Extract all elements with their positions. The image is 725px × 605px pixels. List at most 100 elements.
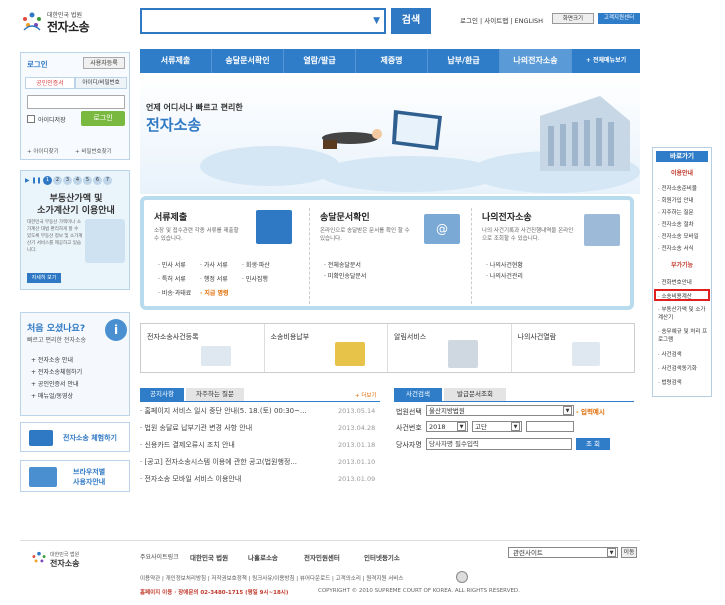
- banner-page-5[interactable]: 5: [83, 176, 92, 185]
- service-delivery-check[interactable]: 송달문서확인 온라인으로 송달받은 문서를 확인 할 수 있습니다.: [320, 210, 410, 243]
- footer-link-self-litigation[interactable]: 나홀로소송: [248, 552, 278, 562]
- notice-date: 2013.05.14: [338, 407, 376, 415]
- related-site-select[interactable]: 관련사이트 ▼: [508, 547, 618, 558]
- microphone-icon: [448, 340, 478, 368]
- login-input[interactable]: [27, 95, 125, 109]
- tab-faq[interactable]: 자주하는 질문: [186, 388, 244, 401]
- footer-policy-links[interactable]: 이용약관 | 개인정보처리방침 | 저작권보호정책 | 링크사유/이용방침 | …: [140, 574, 403, 582]
- save-id-checkbox[interactable]: [27, 115, 35, 123]
- link-phone-guide[interactable]: · 전화번호안내: [658, 278, 692, 286]
- service-my-ecourt[interactable]: 나의전자소송 나의 사건기록과 사건진행내역을 온라인으로 조회할 수 있습니다…: [482, 210, 578, 243]
- link-case-sync[interactable]: · 사건검색동기화: [658, 364, 697, 372]
- party-name-input[interactable]: 당사자명 필수입력: [426, 438, 572, 450]
- link-faq[interactable]: · 지주하는 질문: [658, 208, 694, 216]
- link-price-calc[interactable]: · 부동산가액 및 소가계산기: [658, 306, 708, 322]
- link-forms[interactable]: · 전자소송 서식: [658, 244, 694, 252]
- footer-logo-title: 전자소송: [50, 559, 80, 568]
- link-mobile[interactable]: · 전자소송 모바일: [658, 232, 699, 240]
- case-search-button[interactable]: 조 회: [576, 438, 610, 450]
- menu-family-document[interactable]: · 가사 서류: [200, 260, 242, 269]
- find-id-link[interactable]: + 아이디찾기: [27, 147, 59, 155]
- banner-detail-button[interactable]: 자세히 보기: [27, 273, 61, 283]
- related-site-value: 관련사이트: [513, 549, 543, 557]
- browser-guide-button[interactable]: 브라우저별 사용자안내: [20, 460, 130, 492]
- link-certificate-guide[interactable]: + 공인인증서 안내: [31, 379, 82, 391]
- menu-admin-document[interactable]: · 행정 서류: [200, 274, 242, 283]
- dropdown-arrow-icon[interactable]: ▼: [373, 16, 380, 26]
- menu-patent-document[interactable]: · 특허 서류: [158, 274, 200, 283]
- nav-document-submit[interactable]: 서류제출: [140, 49, 212, 73]
- email-folder-icon: @: [424, 214, 460, 244]
- quick-my-case-view[interactable]: 나의사건열람: [512, 324, 635, 372]
- menu-non-litigation[interactable]: · 비송·과태료: [158, 288, 200, 297]
- tab-certificate-login[interactable]: 공인인증서: [25, 77, 75, 89]
- court-select[interactable]: 울산지방법원 ▼: [426, 405, 574, 416]
- main-navigation: 서류제출 송달문서확인 열람/발급 제증명 납부/환급 나의전자소송 + 전체메…: [140, 49, 640, 73]
- menu-my-case-status[interactable]: · 나의사건현황: [486, 260, 523, 271]
- link-prep[interactable]: · 전자소송준비물: [658, 184, 697, 192]
- nav-all-menu[interactable]: + 전체메뉴보기: [572, 49, 640, 73]
- banner-play-controls[interactable]: ▶ ❚❚: [25, 177, 42, 184]
- search-input[interactable]: ▼: [140, 8, 386, 34]
- year-select-value: 2018: [429, 423, 446, 431]
- footer-link-registry[interactable]: 인터넷등기소: [364, 552, 400, 562]
- service-panel: 서류제출 소장 및 접수관련 각종 서류를 제출할 수 있습니다. · 민사 서…: [140, 196, 634, 310]
- register-button[interactable]: 사용자등록: [83, 57, 125, 69]
- menu-unchecked-delivery[interactable]: · 미확인송달문서: [324, 271, 366, 282]
- more-link[interactable]: + 더보기: [355, 391, 377, 399]
- link-procedure[interactable]: · 전자소송 절차: [658, 220, 694, 228]
- tab-issued-docs[interactable]: 발급문서조회: [444, 388, 506, 401]
- link-case-search[interactable]: · 사건검색: [658, 350, 682, 358]
- input-example-note: - 입력예시: [576, 408, 605, 416]
- menu-payment-order[interactable]: · 지급 명령: [200, 288, 242, 297]
- banner-page-6[interactable]: 6: [93, 176, 102, 185]
- banner-page-1[interactable]: 1: [43, 176, 52, 185]
- case-type-select[interactable]: 고단 ▼: [472, 421, 522, 432]
- quick-notification-service[interactable]: 알림서비스: [388, 324, 512, 372]
- utility-links[interactable]: 로그인 | 사이트맵 | ENGLISH: [460, 15, 543, 25]
- footer-link-court[interactable]: 대한민국 법원: [190, 552, 228, 562]
- link-manual-video[interactable]: + 매뉴얼/동영상: [31, 391, 82, 403]
- welcome-subtitle: 빠르고 편리한 전자소송: [27, 337, 87, 344]
- menu-civil-execution[interactable]: · 민사집행: [242, 274, 284, 283]
- menu-all-delivery[interactable]: · 전체송달문서: [324, 260, 366, 271]
- quick-label: 소송비용납부: [270, 333, 310, 341]
- banner-page-2[interactable]: 2: [53, 176, 62, 185]
- help-center-button[interactable]: 고객지원센터: [598, 13, 640, 24]
- font-zoom-button[interactable]: 화면크기: [552, 13, 594, 24]
- login-button[interactable]: 로그인: [81, 111, 125, 126]
- footer-link-civil-center[interactable]: 전자민원센터: [304, 552, 340, 562]
- go-button[interactable]: 이동: [621, 547, 637, 558]
- quick-case-register[interactable]: 전자소송사건등록: [141, 324, 265, 372]
- banner-page-3[interactable]: 3: [63, 176, 72, 185]
- experience-button[interactable]: 전자소송 체험하기: [20, 422, 130, 452]
- tab-idpw-login[interactable]: 아이디/비밀번호: [75, 77, 127, 89]
- menu-rehabilitation[interactable]: · 회생·파산: [242, 260, 284, 269]
- link-law-search[interactable]: · 법령검색: [658, 378, 682, 386]
- quick-cost-payment[interactable]: 소송비용납부: [265, 324, 388, 372]
- nav-view-issue[interactable]: 열람/발급: [284, 49, 356, 73]
- document-submit-menu: · 민사 서류 · 가사 서류 · 회생·파산 · 특허 서류 · 행정 서류 …: [158, 260, 284, 297]
- nav-payment[interactable]: 납부/환급: [428, 49, 500, 73]
- nav-certificates[interactable]: 제증명: [356, 49, 428, 73]
- case-number-input[interactable]: [526, 421, 574, 432]
- link-signup[interactable]: · 회원가입 안내: [658, 196, 694, 204]
- nav-my-ecourt[interactable]: 나의전자소송: [500, 49, 572, 73]
- tab-case-search[interactable]: 사건검색: [394, 388, 442, 401]
- year-select[interactable]: 2018 ▼: [426, 421, 468, 432]
- nav-delivery-check[interactable]: 송달문서확인: [212, 49, 284, 73]
- link-ecourt-guide[interactable]: + 전자소송 안내: [31, 355, 82, 367]
- search-button[interactable]: 검색: [391, 8, 431, 34]
- menu-civil-document[interactable]: · 민사 서류: [158, 260, 200, 269]
- service-document-submit[interactable]: 서류제출 소장 및 접수관련 각종 서류를 제출할 수 있습니다.: [154, 210, 244, 243]
- link-ecourt-experience[interactable]: + 전자소송체험하기: [31, 367, 82, 379]
- banner-page-4[interactable]: 4: [73, 176, 82, 185]
- divider: [20, 540, 640, 541]
- find-password-link[interactable]: + 비밀번호찾기: [75, 147, 112, 155]
- case-type-value: 고단: [475, 423, 487, 431]
- service-title: 나의전자소송: [482, 213, 532, 223]
- menu-my-case-manage[interactable]: · 나의사건관리: [486, 271, 523, 282]
- link-rules-program[interactable]: · 송무예규 및 처리 프로그램: [658, 328, 708, 344]
- banner-page-7[interactable]: 7: [103, 176, 112, 185]
- tab-notices[interactable]: 공지사항: [140, 388, 184, 401]
